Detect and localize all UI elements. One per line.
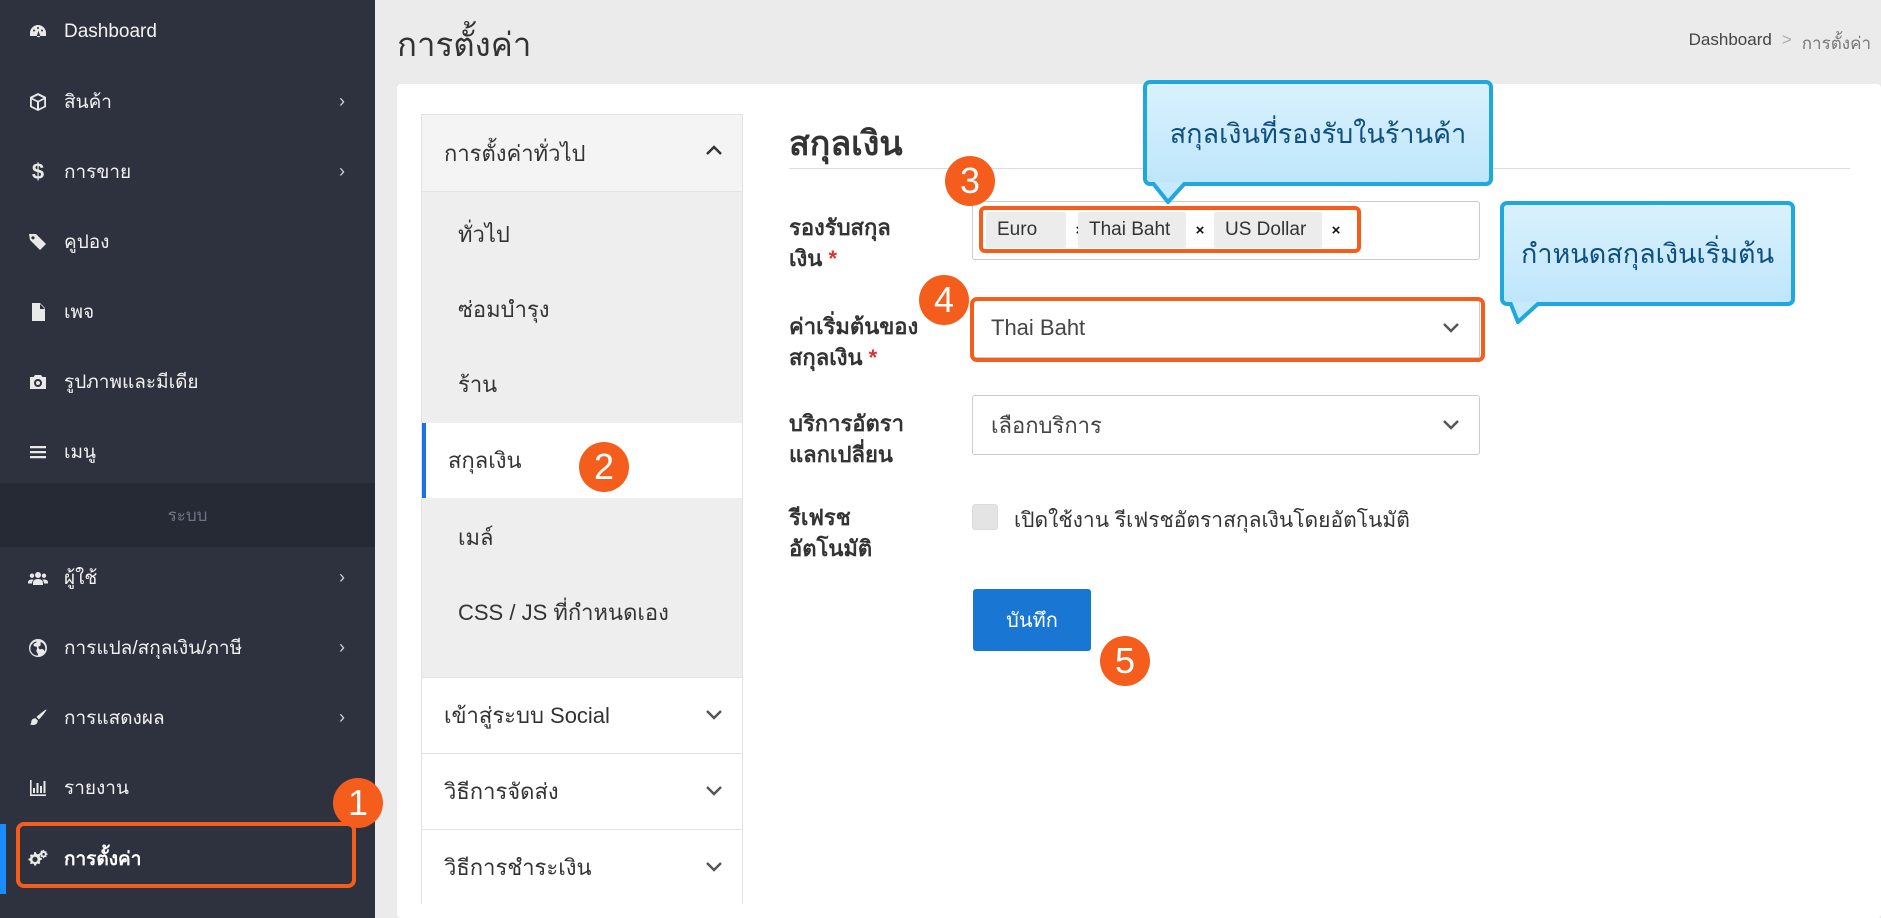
label-line: รีเฟรช (789, 505, 851, 530)
sidebar-item-users[interactable]: ผู้ใช้ › (0, 543, 375, 613)
sidebar-item-label: การขาย (64, 162, 132, 183)
sidebar-item-appearance[interactable]: การแสดงผล › (0, 683, 375, 753)
settings-group-shipping[interactable]: วิธีการจัดส่ง (422, 753, 742, 829)
auto-refresh-checkbox-label[interactable]: เปิดใช้งาน รีเฟรชอัตราสกุลเงินโดยอัตโนมั… (1014, 504, 1410, 537)
globe-icon (26, 638, 50, 658)
chevron-up-icon (704, 141, 724, 167)
sidebar-item-media[interactable]: รูปภาพและมีเดีย (0, 347, 375, 417)
bar-chart-icon (26, 778, 50, 798)
settings-item-mail[interactable]: เมล์ (422, 500, 742, 575)
highlight-settings-menu (16, 822, 356, 888)
page-title: การตั้งค่า (397, 26, 532, 63)
chevron-down-icon (1441, 414, 1461, 440)
settings-item-general[interactable]: ทั่วไป (422, 197, 742, 272)
step-badge-3: 3 (945, 156, 995, 206)
label-text: สกุลเงิน (789, 345, 863, 370)
dollar-icon: $ (31, 159, 45, 184)
label-text: เงิน (789, 246, 823, 271)
step-badge-1: 1 (333, 778, 383, 828)
settings-item-store[interactable]: ร้าน (422, 347, 742, 422)
settings-group-title: วิธีการจัดส่ง (444, 779, 559, 804)
label-line: เงิน * (789, 243, 939, 274)
label-line: อัตโนมัติ (789, 536, 873, 561)
sidebar-item-sales[interactable]: $ การขาย › (0, 137, 375, 207)
settings-group-social-login[interactable]: เข้าสู่ระบบ Social (422, 677, 742, 753)
bars-icon (26, 442, 50, 462)
paintbrush-icon (26, 708, 50, 728)
sidebar-item-label: รูปภาพและมีเดีย (64, 372, 199, 393)
file-icon (26, 302, 50, 322)
breadcrumb-link-dashboard[interactable]: Dashboard (1689, 30, 1772, 57)
breadcrumb: Dashboard > การตั้งค่า (1689, 30, 1871, 57)
settings-group-title: เข้าสู่ระบบ Social (444, 703, 610, 728)
sidebar-item-dashboard[interactable]: Dashboard (0, 0, 375, 67)
settings-nav: การตั้งค่าทั่วไป ทั่วไป ซ่อมบำรุง ร้าน ส… (421, 114, 743, 905)
chevron-down-icon (704, 780, 724, 806)
default-currency-label: ค่าเริ่มต้นของ สกุลเงิน * (789, 311, 939, 373)
sidebar-item-label: สินค้า (64, 92, 112, 113)
callout-default-currency: กำหนดสกุลเงินเริ่มต้น (1500, 201, 1795, 306)
settings-item-custom-css-js[interactable]: CSS / JS ที่กำหนดเอง (422, 575, 742, 650)
label-line: แลกเปลี่ยน (789, 442, 893, 467)
sidebar-item-localization[interactable]: การแปล/สกุลเงิน/ภาษี › (0, 613, 375, 683)
sidebar-item-label: Dashboard (64, 21, 157, 42)
chevron-right-icon: › (339, 161, 345, 181)
step-badge-5: 5 (1100, 636, 1150, 686)
callout-supported-currencies: สกุลเงินที่รองรับในร้านค้า (1143, 80, 1493, 186)
sidebar-item-menus[interactable]: เมนู (0, 417, 375, 487)
sidebar-item-coupons[interactable]: คูปอง (0, 207, 375, 277)
settings-group-payment[interactable]: วิธีการชำระเงิน (422, 829, 742, 905)
users-icon (26, 568, 50, 588)
highlight-default-currency (970, 297, 1485, 362)
sidebar-item-label: ผู้ใช้ (64, 568, 98, 589)
chevron-right-icon: › (339, 567, 345, 587)
breadcrumb-current: การตั้งค่า (1801, 34, 1871, 53)
chevron-right-icon: › (339, 91, 345, 111)
sidebar-item-label: การแสดงผล (64, 708, 165, 729)
settings-item-maintenance[interactable]: ซ่อมบำรุง (422, 272, 742, 347)
sidebar-item-label: คูปอง (64, 232, 110, 253)
settings-group-title: การตั้งค่าทั่วไป (444, 140, 586, 166)
exchange-service-select[interactable]: เลือกบริการ (972, 395, 1480, 455)
label-line: ค่าเริ่มต้นของ (789, 314, 919, 339)
callout-tail-icon (1508, 302, 1542, 324)
sidebar-item-products[interactable]: สินค้า › (0, 67, 375, 137)
settings-group-items: ทั่วไป ซ่อมบำรุง ร้าน สกุลเงิน เมล์ CSS … (422, 192, 742, 677)
section-title: สกุลเงิน (789, 125, 903, 163)
chevron-down-icon (704, 856, 724, 882)
auto-refresh-label: รีเฟรช อัตโนมัติ (789, 502, 939, 564)
auto-refresh-checkbox[interactable] (972, 504, 998, 530)
chevron-right-icon: › (339, 707, 345, 727)
sidebar-item-pages[interactable]: เพจ (0, 277, 375, 347)
label-line: รองรับสกุล (789, 215, 891, 240)
sidebar-item-label: เมนู (64, 442, 97, 463)
exchange-service-placeholder: เลือกบริการ (991, 412, 1102, 438)
camera-icon (26, 372, 50, 392)
required-mark: * (828, 246, 837, 271)
breadcrumb-separator: > (1781, 30, 1792, 49)
sidebar-item-label: รายงาน (64, 778, 129, 799)
sidebar-item-label: เพจ (64, 302, 95, 323)
settings-group-title: วิธีการชำระเงิน (444, 855, 592, 880)
save-button[interactable]: บันทึก (973, 589, 1091, 651)
label-line: บริการอัตรา (789, 411, 904, 436)
label-line: สกุลเงิน * (789, 342, 939, 373)
sidebar: Dashboard สินค้า › $ การขาย › คูปอง เพจ … (0, 0, 375, 918)
sidebar-item-reports[interactable]: รายงาน (0, 753, 375, 823)
step-badge-2: 2 (579, 442, 629, 492)
chevron-down-icon (704, 704, 724, 730)
sidebar-section-label: ระบบ (0, 483, 375, 547)
required-mark: * (868, 345, 878, 370)
highlight-supported-currencies (979, 206, 1361, 253)
cube-icon (26, 92, 50, 112)
step-badge-4: 4 (919, 275, 969, 325)
chevron-right-icon: › (339, 637, 345, 657)
settings-group-general[interactable]: การตั้งค่าทั่วไป (422, 115, 742, 192)
sidebar-item-label: การแปล/สกุลเงิน/ภาษี (64, 638, 243, 659)
dashboard-icon (26, 22, 50, 42)
callout-tail-icon (1150, 182, 1188, 204)
tags-icon (26, 232, 50, 252)
exchange-service-label: บริการอัตรา แลกเปลี่ยน (789, 408, 939, 470)
supported-currencies-label: รองรับสกุล เงิน * (789, 212, 939, 274)
